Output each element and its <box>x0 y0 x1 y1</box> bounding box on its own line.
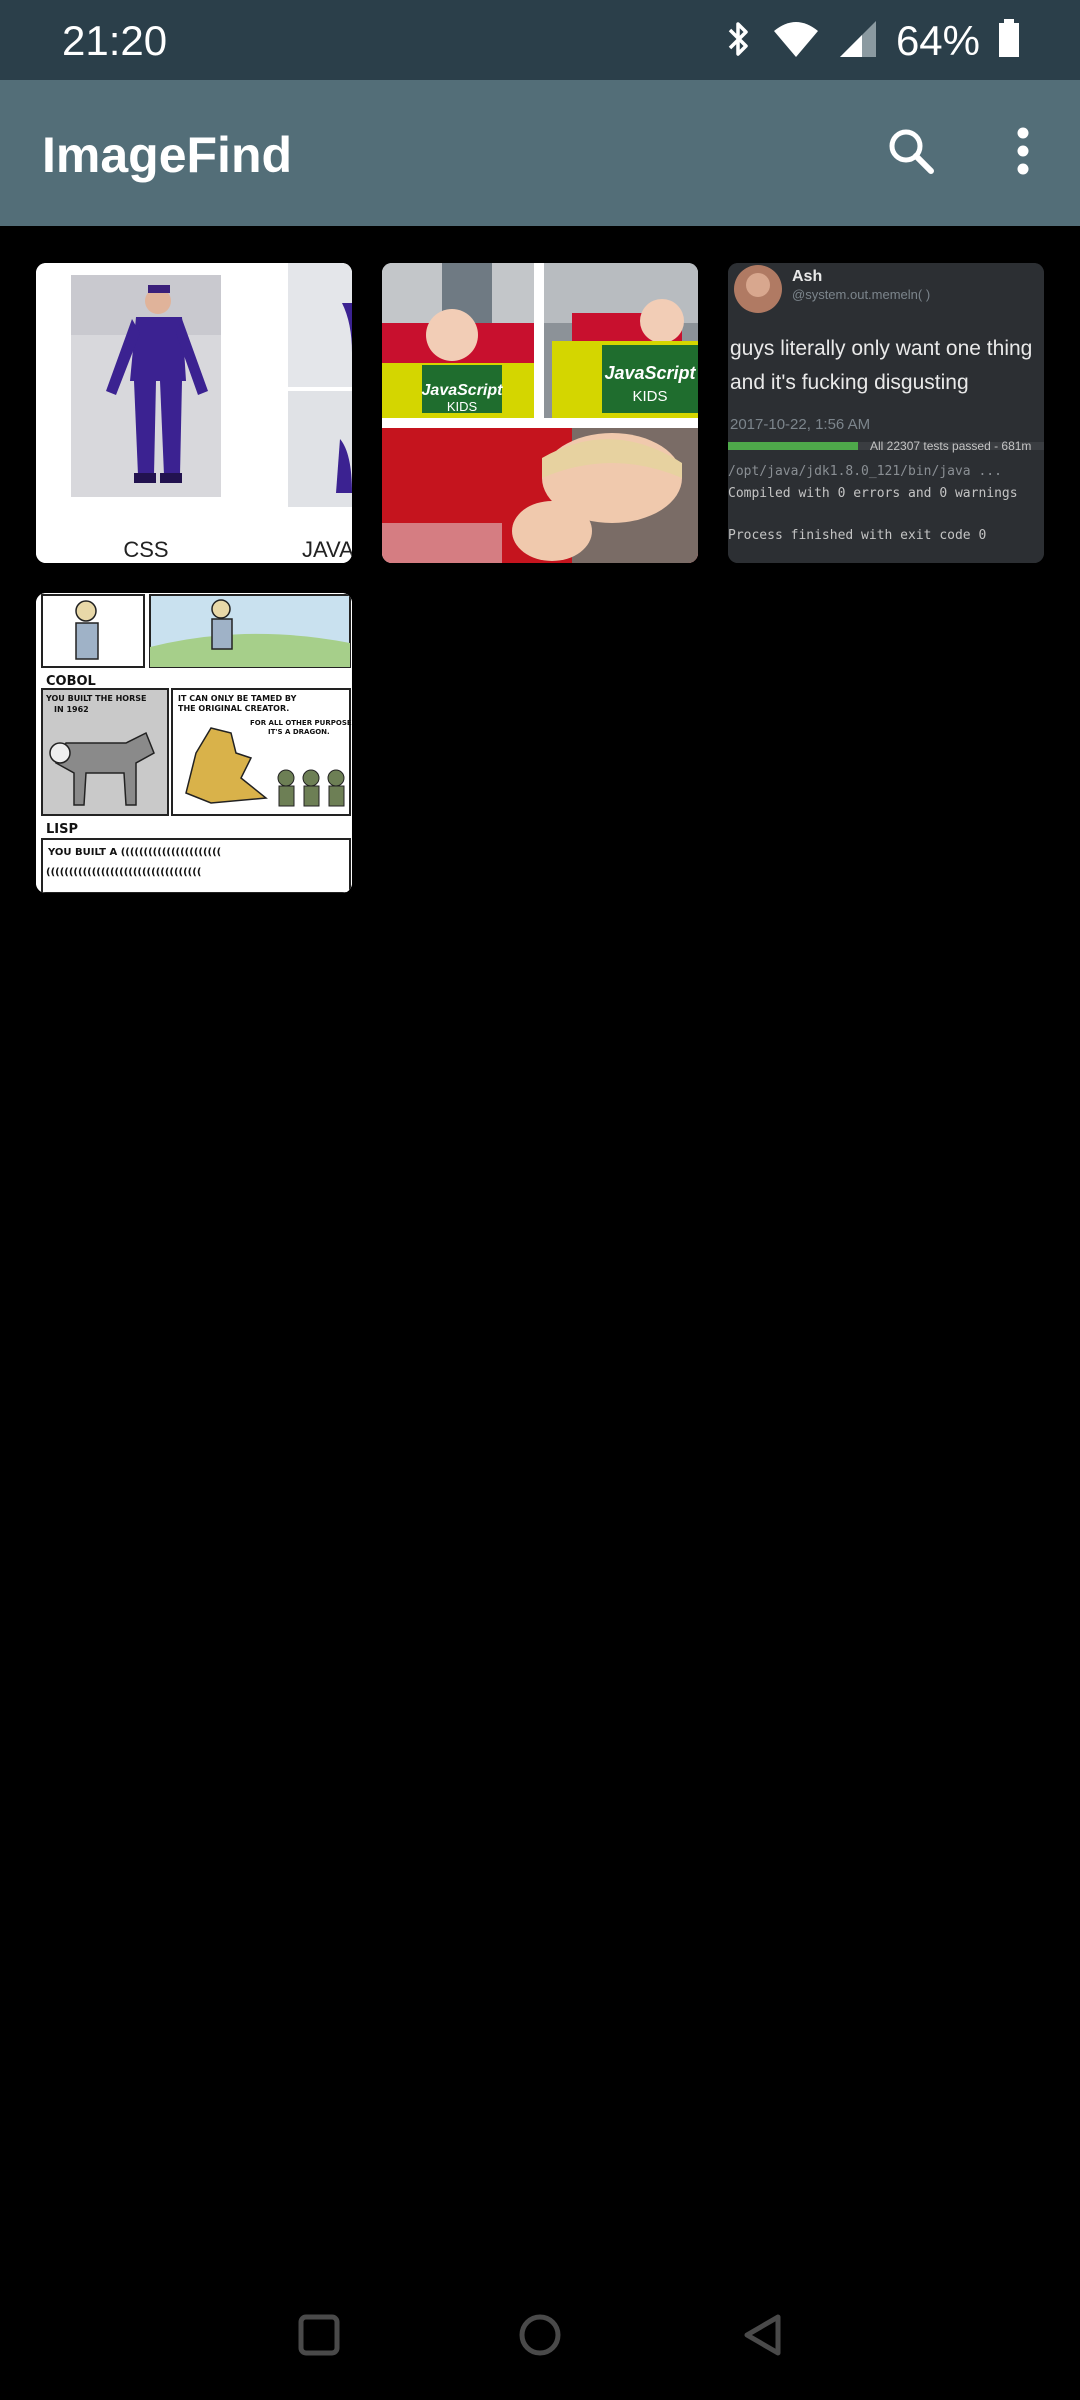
comic-cobol-caption2: IN 1962 <box>54 705 89 714</box>
back-triangle-icon <box>740 2312 786 2363</box>
css-java-image: CSS JAVA <box>36 263 352 563</box>
recents-square-icon <box>297 2313 341 2362</box>
book-subtitle-left: KIDS <box>447 399 478 414</box>
tweet-text-line1: guys literally only want one thing <box>730 337 1032 360</box>
comic-purposes-caption: FOR ALL OTHER PURPOSES <box>250 719 352 727</box>
comic-heading-cobol: COBOL <box>46 674 96 689</box>
status-time: 21:20 <box>62 17 168 64</box>
navigation-bar <box>0 2270 1080 2400</box>
javascript-kids-image: JavaScript KIDS JavaScript KIDS <box>382 263 698 563</box>
tweet-author: Ash <box>792 268 822 285</box>
overflow-menu-button[interactable] <box>988 118 1058 188</box>
book-subtitle-right: KIDS <box>632 388 667 405</box>
search-icon <box>886 126 936 181</box>
comic-lisp-caption: YOU BUILT A (((((((((((((((((((((( <box>47 847 221 858</box>
image-thumbnail-cobol-lisp[interactable]: COBOL YOU BUILT THE HORSE IN 1962 IT CAN… <box>36 593 352 893</box>
java-label: JAVA <box>302 537 352 562</box>
home-circle-icon <box>517 2312 563 2363</box>
battery-icon <box>998 18 1020 64</box>
recents-button[interactable] <box>274 2292 364 2382</box>
battery-percent: 64% <box>895 17 980 64</box>
app-bar: ImageFind <box>0 80 1080 226</box>
tweet-tests: All 22307 tests passed - 681m <box>870 439 1031 453</box>
status-bar: 21:20 64% <box>0 0 1080 80</box>
tweet-date: 2017-10-22, 1:56 AM <box>730 416 870 433</box>
cell-signal-icon <box>838 19 878 64</box>
comic-lisp-caption2: (((((((((((((((((((((((((((((((((( <box>46 867 201 878</box>
tweet-exit: Process finished with exit code 0 <box>728 528 986 543</box>
comic-purposes-caption2: IT'S A DRAGON. <box>268 728 330 736</box>
comic-heading-lisp: LISP <box>46 822 78 837</box>
cobol-lisp-image: COBOL YOU BUILT THE HORSE IN 1962 IT CAN… <box>36 593 352 893</box>
tweet-handle: @system.out.memeln( ) <box>792 287 930 302</box>
comic-dragon-caption: IT CAN ONLY BE TAMED BY <box>178 694 297 703</box>
comic-dragon-caption2: THE ORIGINAL CREATOR. <box>178 704 289 713</box>
image-thumbnail-css-java[interactable]: CSS JAVA <box>36 263 352 563</box>
image-thumbnail-javascript-kids[interactable]: JavaScript KIDS JavaScript KIDS <box>382 263 698 563</box>
back-button[interactable] <box>718 2292 808 2382</box>
tweet-image: Ash @system.out.memeln( ) guys literally… <box>728 263 1044 563</box>
wifi-icon <box>772 19 820 64</box>
home-button[interactable] <box>495 2292 585 2382</box>
comic-cobol-caption: YOU BUILT THE HORSE <box>45 694 146 703</box>
status-icons: 64% <box>724 17 1020 64</box>
tweet-path: /opt/java/jdk1.8.0_121/bin/java ... <box>728 464 1002 479</box>
more-vert-icon <box>1016 126 1030 181</box>
tweet-text-line2: and it's fucking disgusting <box>730 371 969 394</box>
image-thumbnail-tweet[interactable]: Ash @system.out.memeln( ) guys literally… <box>728 263 1044 563</box>
css-label: CSS <box>123 537 168 562</box>
book-title-right: JavaScript <box>604 363 696 383</box>
book-title-left: JavaScript <box>422 382 504 399</box>
app-title: ImageFind <box>42 127 293 183</box>
bluetooth-icon <box>724 19 754 64</box>
tweet-compiled: Compiled with 0 errors and 0 warnings <box>728 486 1018 501</box>
search-button[interactable] <box>876 118 946 188</box>
